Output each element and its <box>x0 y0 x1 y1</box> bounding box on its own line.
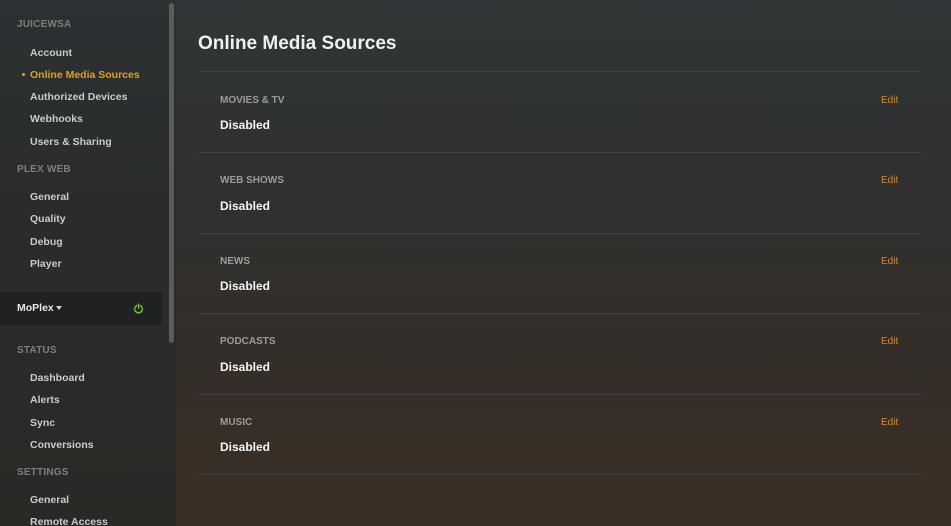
section-heading-plex-web: PLEX WEB <box>17 164 71 175</box>
edit-movies-tv-link[interactable]: Edit <box>881 95 898 106</box>
divider <box>198 71 922 72</box>
sidebar-item-dashboard[interactable]: Dashboard <box>30 372 85 384</box>
divider <box>198 152 922 153</box>
divider <box>198 394 922 395</box>
edit-music-link[interactable]: Edit <box>881 417 898 428</box>
sidebar-item-authorized-devices[interactable]: Authorized Devices <box>30 91 127 103</box>
section-heading-account: JUICEWSA <box>17 19 72 30</box>
source-label-web-shows: WEB SHOWS <box>220 175 284 186</box>
edit-web-shows-link[interactable]: Edit <box>881 175 898 186</box>
sidebar-item-settings-general[interactable]: General <box>30 494 69 506</box>
chevron-down-icon[interactable] <box>56 306 62 310</box>
sidebar-item-alerts[interactable]: Alerts <box>30 394 60 406</box>
section-heading-settings: SETTINGS <box>17 467 69 478</box>
power-status-icon <box>133 303 144 314</box>
divider <box>198 313 922 314</box>
sidebar-item-remote-access[interactable]: Remote Access <box>30 516 108 526</box>
sidebar-item-general[interactable]: General <box>30 191 69 203</box>
sidebar-item-online-media-sources[interactable]: Online Media Sources <box>30 69 140 81</box>
sidebar-item-conversions[interactable]: Conversions <box>30 439 94 451</box>
sidebar-item-webhooks[interactable]: Webhooks <box>30 113 83 125</box>
edit-podcasts-link[interactable]: Edit <box>881 336 898 347</box>
source-value-movies-tv: Disabled <box>220 118 271 132</box>
edit-news-link[interactable]: Edit <box>881 256 898 267</box>
sidebar-item-debug[interactable]: Debug <box>30 236 63 248</box>
section-heading-status: STATUS <box>17 345 57 356</box>
sidebar-item-account[interactable]: Account <box>30 47 72 59</box>
source-value-news: Disabled <box>220 279 271 293</box>
server-name[interactable]: MoPlex <box>17 302 54 314</box>
divider <box>198 474 922 475</box>
source-label-movies-tv: MOVIES & TV <box>220 95 285 106</box>
sidebar-item-users-sharing[interactable]: Users & Sharing <box>30 136 112 148</box>
source-value-podcasts: Disabled <box>220 360 271 374</box>
page-title: Online Media Sources <box>198 33 397 54</box>
divider <box>198 233 922 234</box>
source-label-music: MUSIC <box>220 417 253 428</box>
sidebar-scrollbar[interactable] <box>169 3 174 343</box>
source-value-web-shows: Disabled <box>220 199 271 213</box>
sidebar-item-player[interactable]: Player <box>30 258 62 270</box>
main-content: Online Media Sources MOVIES & TV Disable… <box>176 0 951 526</box>
sidebar-item-quality[interactable]: Quality <box>30 213 66 225</box>
server-selector[interactable]: MoPlex <box>0 292 162 325</box>
source-label-news: NEWS <box>220 256 250 267</box>
source-value-music: Disabled <box>220 440 271 454</box>
source-label-podcasts: PODCASTS <box>220 336 276 347</box>
sidebar: JUICEWSA Account Online Media Sources Au… <box>0 0 176 526</box>
active-indicator <box>22 73 25 76</box>
sidebar-item-sync[interactable]: Sync <box>30 417 55 429</box>
